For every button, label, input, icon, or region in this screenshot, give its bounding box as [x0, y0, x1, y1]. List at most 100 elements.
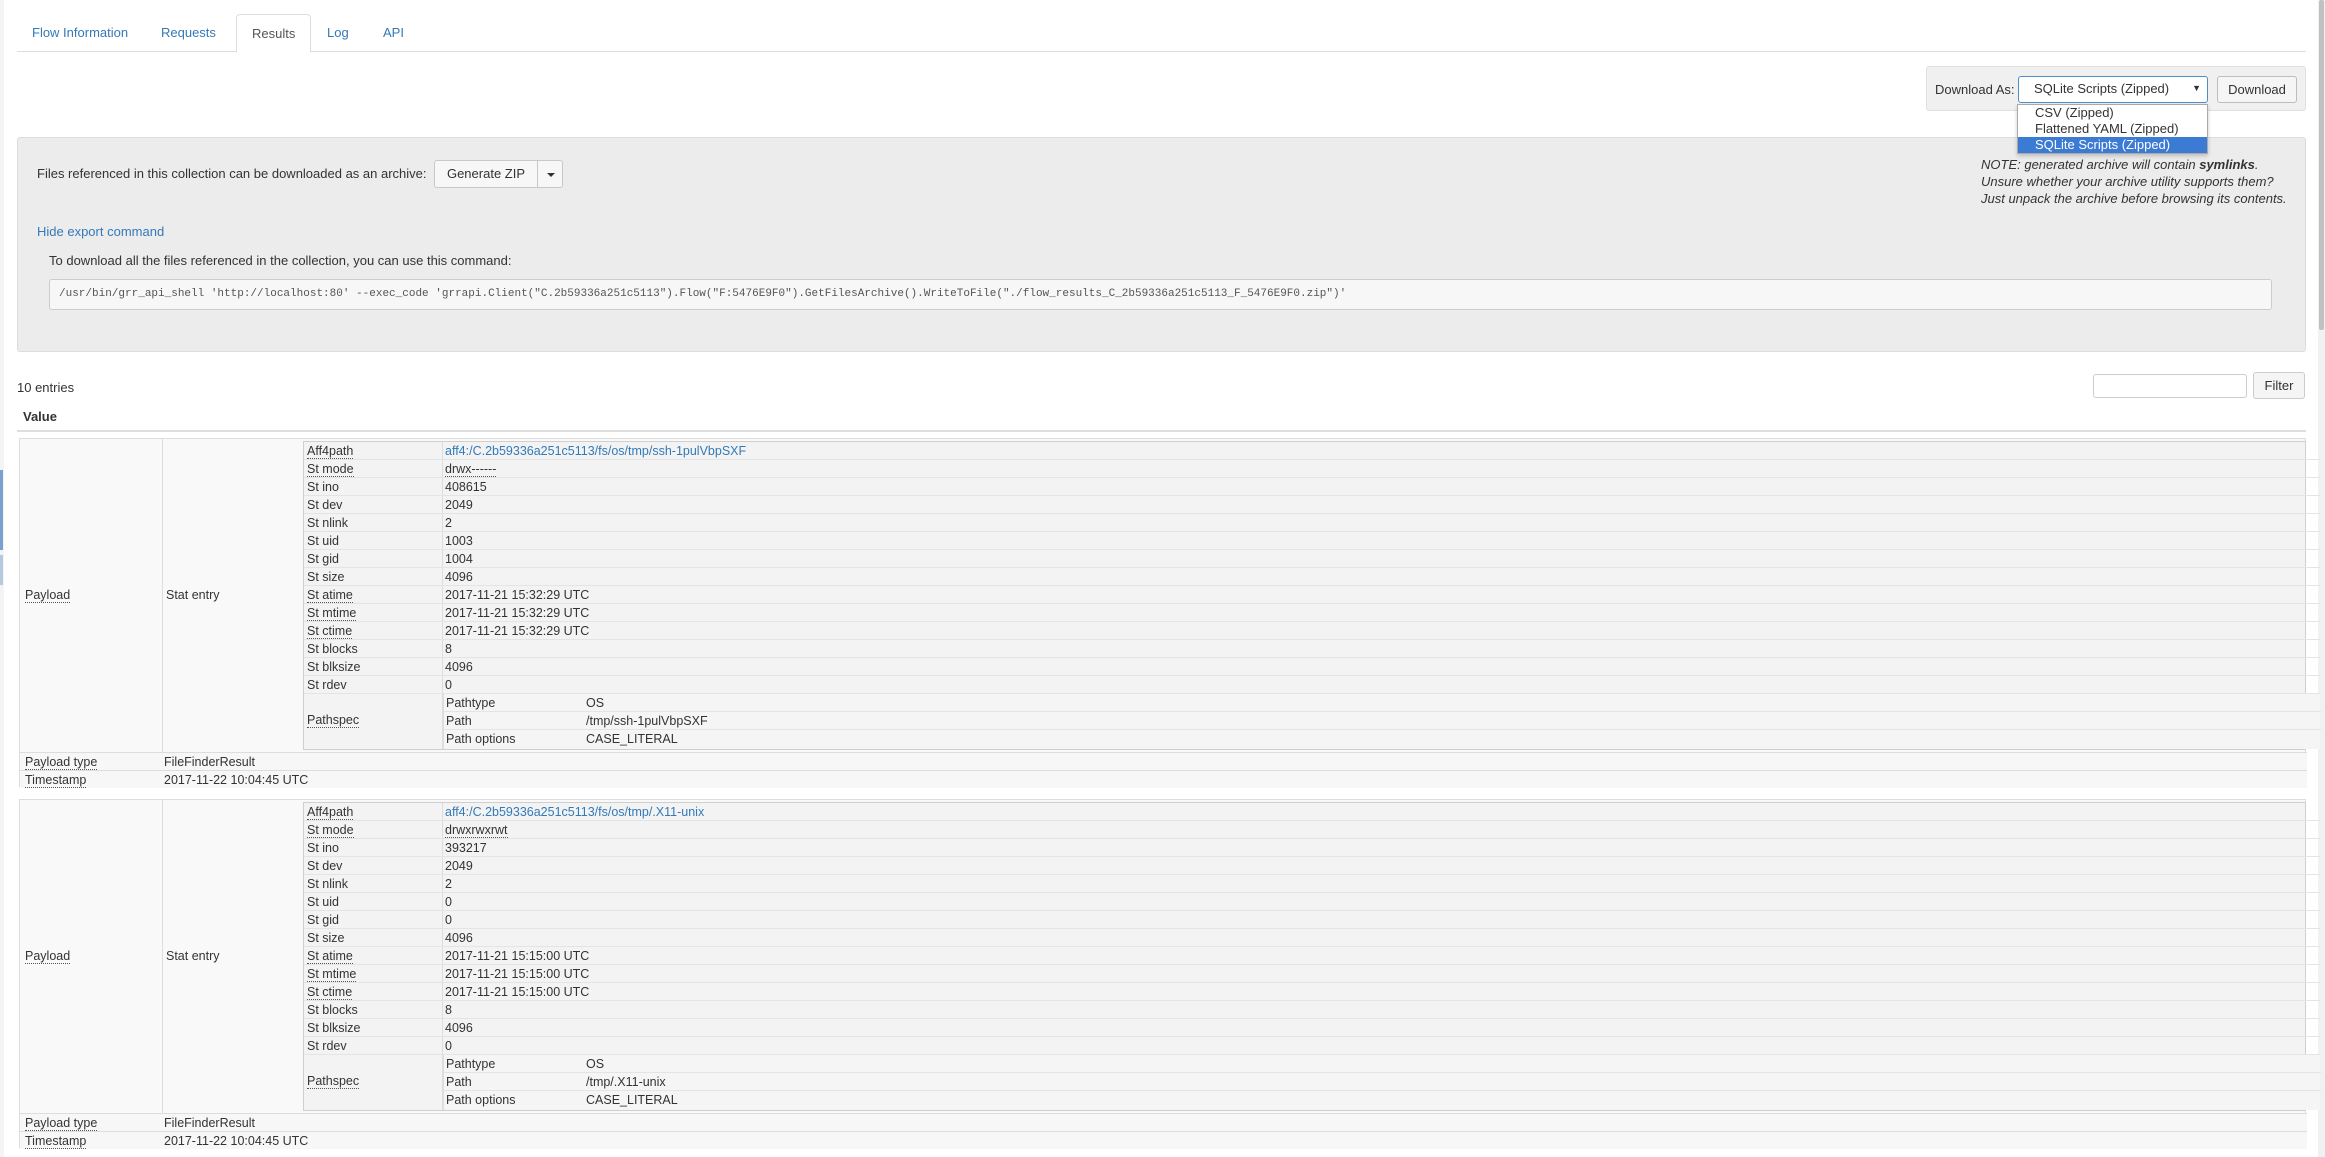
result-entry: Payload Stat entry Aff4path aff4:/C.2b593…: [19, 799, 2321, 1149]
download-option-sqlite[interactable]: SQLite Scripts (Zipped): [2018, 137, 2207, 153]
st-mode-value: drwx------: [445, 462, 497, 477]
path-row: Path/tmp/.X11-unix: [444, 1073, 2321, 1091]
st-atime-label: St atime: [307, 588, 353, 603]
st-mtime-label: St mtime: [307, 967, 357, 982]
st-mtime-row: St mtime 2017-11-21 15:32:29 UTC: [304, 604, 2320, 622]
path-label: Path: [446, 1075, 472, 1089]
st-rdev-value: 0: [445, 678, 452, 692]
tab-log[interactable]: Log: [312, 14, 364, 52]
st-rdev-value: 0: [445, 1039, 452, 1053]
st-mode-label: St mode: [307, 823, 354, 838]
tab-api[interactable]: API: [368, 14, 419, 52]
st-dev-label: St dev: [307, 859, 343, 873]
st-mode-row: St mode drwx------: [304, 460, 2320, 478]
pathspec-label: Pathspec: [307, 1074, 360, 1089]
st-uid-label: St uid: [307, 534, 339, 548]
download-format-select[interactable]: SQLite Scripts (Zipped) ▼: [2018, 76, 2208, 103]
st-ino-row: St ino 393217: [304, 839, 2320, 857]
download-format-dropdown: CSV (Zipped) Flattened YAML (Zipped) SQL…: [2017, 104, 2208, 154]
download-option-csv[interactable]: CSV (Zipped): [2018, 105, 2207, 121]
symlink-note: NOTE: generated archive will contain sym…: [1981, 156, 2301, 207]
st-gid-row: St gid 0: [304, 911, 2320, 929]
aff4path-link[interactable]: aff4:/C.2b59336a251c5113/fs/os/tmp/.X11-…: [445, 805, 704, 819]
chevron-down-icon: ▼: [2192, 83, 2201, 93]
payload-type-value: FileFinderResult: [164, 1116, 256, 1130]
st-atime-value: 2017-11-21 15:32:29 UTC: [445, 588, 590, 602]
path-row: Path/tmp/ssh-1pulVbpSXF: [444, 712, 2321, 730]
st-mtime-label: St mtime: [307, 606, 357, 621]
st-ctime-label: St ctime: [307, 624, 353, 639]
download-button[interactable]: Download: [2217, 76, 2297, 103]
st-uid-value: 0: [445, 895, 452, 909]
st-nlink-value: 2: [445, 516, 452, 530]
scrollbar-thumb[interactable]: [2319, 0, 2324, 330]
st-blksize-row: St blksize 4096: [304, 1019, 2320, 1037]
pathspec-row: Pathspec Pathtype OS Path/tmp/ssh-1pulVbp…: [304, 694, 2321, 749]
st-ctime-row: St ctime 2017-11-21 15:15:00 UTC: [304, 983, 2320, 1001]
st-mtime-value: 2017-11-21 15:15:00 UTC: [445, 967, 590, 981]
st-mtime-row: St mtime 2017-11-21 15:15:00 UTC: [304, 965, 2320, 983]
aff4path-link[interactable]: aff4:/C.2b59336a251c5113/fs/os/tmp/ssh-1…: [445, 444, 746, 458]
timestamp-row: Timestamp 2017-11-22 10:04:45 UTC: [20, 770, 2307, 788]
pathtype-value: OS: [586, 1057, 605, 1071]
stat-entry-table: Aff4path aff4:/C.2b59336a251c5113/fs/os/t…: [303, 441, 2321, 750]
st-uid-label: St uid: [307, 895, 339, 909]
st-dev-row: St dev 2049: [304, 496, 2320, 514]
st-blocks-value: 8: [445, 1003, 452, 1017]
st-gid-value: 0: [445, 913, 452, 927]
tab-requests[interactable]: Requests: [146, 14, 231, 52]
st-size-label: St size: [307, 570, 345, 584]
path-options-row: Path options CASE_LITERAL: [444, 1091, 2321, 1109]
tab-results[interactable]: Results: [236, 14, 312, 53]
path-options-label: Path options: [446, 1093, 516, 1107]
export-command-box[interactable]: /usr/bin/grr_api_shell 'http://localhost…: [49, 279, 2272, 310]
st-rdev-label: St rdev: [307, 678, 347, 692]
st-blocks-label: St blocks: [307, 1003, 358, 1017]
filter-input[interactable]: [2093, 374, 2247, 398]
payload-cell: Stat entry Aff4path aff4:/C.2b59336a251c5…: [162, 800, 2321, 1113]
st-blksize-value: 4096: [445, 660, 473, 674]
export-panel: Files referenced in this collection can …: [17, 137, 2306, 352]
note-line-3: Just unpack the archive before browsing …: [1981, 191, 2287, 206]
st-dev-value: 2049: [445, 859, 473, 873]
path-value: /tmp/.X11-unix: [586, 1075, 666, 1089]
st-uid-value: 1003: [445, 534, 473, 548]
hide-export-command-link[interactable]: Hide export command: [37, 224, 164, 239]
generate-zip-button[interactable]: Generate ZIP: [434, 160, 538, 188]
result-entry: Payload Stat entry Aff4path aff4:/C.2b593…: [19, 438, 2321, 788]
st-mtime-value: 2017-11-21 15:32:29 UTC: [445, 606, 590, 620]
st-nlink-label: St nlink: [307, 516, 348, 530]
left-gutter: [0, 0, 4, 1157]
st-blksize-value: 4096: [445, 1021, 473, 1035]
generate-zip-dropdown-toggle[interactable]: [537, 160, 563, 188]
st-ctime-row: St ctime 2017-11-21 15:32:29 UTC: [304, 622, 2320, 640]
st-ino-label: St ino: [307, 841, 339, 855]
st-uid-row: St uid 1003: [304, 532, 2320, 550]
note-line-2: Unsure whether your archive utility supp…: [1981, 174, 2274, 189]
st-atime-row: St atime 2017-11-21 15:15:00 UTC: [304, 947, 2320, 965]
st-mode-label: St mode: [307, 462, 354, 477]
st-uid-row: St uid 0: [304, 893, 2320, 911]
path-value: /tmp/ssh-1pulVbpSXF: [586, 714, 708, 728]
payload-label: Payload: [25, 588, 71, 603]
download-as-label: Download As:: [1935, 82, 2015, 97]
download-option-yaml[interactable]: Flattened YAML (Zipped): [2018, 121, 2207, 137]
tab-flow-information[interactable]: Flow Information: [17, 14, 143, 52]
path-label: Path: [446, 714, 472, 728]
aff4path-row: Aff4path aff4:/C.2b59336a251c5113/fs/os/t…: [304, 442, 2320, 460]
st-size-value: 4096: [445, 931, 473, 945]
aff4path-row: Aff4path aff4:/C.2b59336a251c5113/fs/os/t…: [304, 803, 2320, 821]
st-dev-row: St dev 2049: [304, 857, 2320, 875]
st-gid-label: St gid: [307, 552, 339, 566]
path-options-label: Path options: [446, 732, 516, 746]
filter-button[interactable]: Filter: [2253, 372, 2305, 399]
entries-count: 10 entries: [17, 380, 75, 395]
st-dev-value: 2049: [445, 498, 473, 512]
timestamp-value: 2017-11-22 10:04:45 UTC: [164, 1134, 309, 1148]
pathtype-label: Pathtype: [446, 696, 496, 710]
st-mode-value: drwxrwxrwt: [445, 823, 508, 838]
aff4path-label: Aff4path: [307, 805, 354, 820]
payload-type-label: Payload type: [25, 755, 98, 770]
payload-type-row: Payload type FileFinderResult: [20, 752, 2307, 770]
st-ino-value: 408615: [445, 480, 487, 494]
